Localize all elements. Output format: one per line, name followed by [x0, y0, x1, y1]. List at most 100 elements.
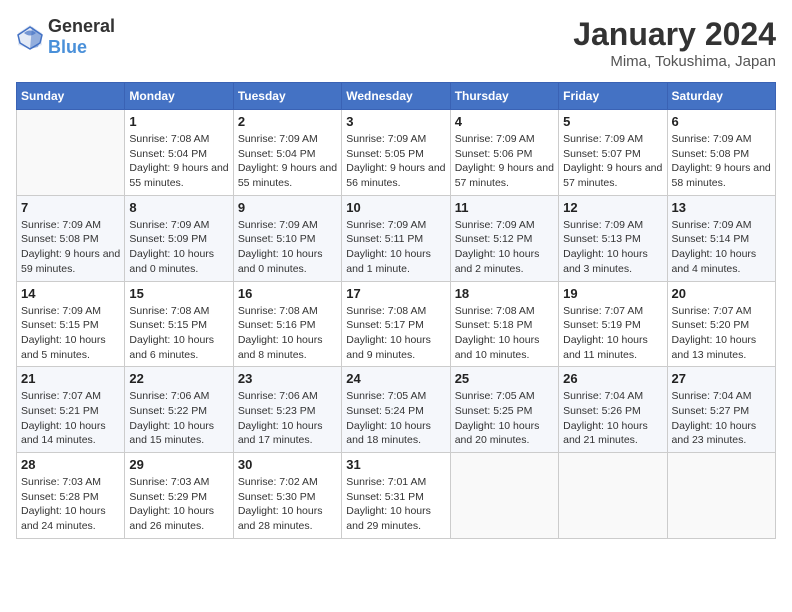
day-info: Sunrise: 7:04 AMSunset: 5:27 PMDaylight:…: [672, 389, 771, 448]
day-info: Sunrise: 7:09 AMSunset: 5:08 PMDaylight:…: [672, 132, 771, 191]
calendar-day-cell: 17 Sunrise: 7:08 AMSunset: 5:17 PMDayligh…: [342, 281, 450, 367]
day-number: 12: [563, 200, 662, 215]
day-number: 8: [129, 200, 228, 215]
day-number: 14: [21, 286, 120, 301]
day-number: 15: [129, 286, 228, 301]
calendar-day-cell: 16 Sunrise: 7:08 AMSunset: 5:16 PMDayligh…: [233, 281, 341, 367]
calendar-day-cell: 30Sunrise: 7:02 AMSunset: 5:30 PMDayligh…: [233, 453, 341, 539]
day-number: 4: [455, 114, 554, 129]
calendar-day-cell: 7 Sunrise: 7:09 AMSunset: 5:08 PMDaylight…: [17, 195, 125, 281]
day-info: Sunrise: 7:02 AMSunset: 5:30 PMDaylight:…: [238, 475, 337, 534]
calendar-day-cell: 19Sunrise: 7:07 AMSunset: 5:19 PMDayligh…: [559, 281, 667, 367]
calendar-day-cell: 15 Sunrise: 7:08 AMSunset: 5:15 PMDayligh…: [125, 281, 233, 367]
day-number: 5: [563, 114, 662, 129]
calendar-day-cell: 3Sunrise: 7:09 AMSunset: 5:05 PMDaylight…: [342, 110, 450, 196]
day-number: 6: [672, 114, 771, 129]
day-info: Sunrise: 7:09 AMSunset: 5:09 PMDaylight:…: [129, 218, 228, 277]
day-info: Sunrise: 7:08 AMSunset: 5:17 PMDaylight:…: [346, 304, 445, 363]
logo: General Blue: [16, 16, 115, 58]
day-info: Sunrise: 7:03 AMSunset: 5:28 PMDaylight:…: [21, 475, 120, 534]
day-info: Sunrise: 7:09 AMSunset: 5:08 PMDaylight:…: [21, 218, 120, 277]
day-number: 26: [563, 371, 662, 386]
day-number: 7: [21, 200, 120, 215]
day-info: Sunrise: 7:09 AMSunset: 5:15 PMDaylight:…: [21, 304, 120, 363]
logo-general: General: [48, 16, 115, 36]
day-number: 18: [455, 286, 554, 301]
day-number: 23: [238, 371, 337, 386]
calendar-day-cell: 6 Sunrise: 7:09 AMSunset: 5:08 PMDaylight…: [667, 110, 775, 196]
day-info: Sunrise: 7:07 AMSunset: 5:21 PMDaylight:…: [21, 389, 120, 448]
calendar-week-row: 1 Sunrise: 7:08 AMSunset: 5:04 PMDaylight…: [17, 110, 776, 196]
calendar-day-cell: 31 Sunrise: 7:01 AMSunset: 5:31 PMDayligh…: [342, 453, 450, 539]
calendar-day-cell: 28 Sunrise: 7:03 AMSunset: 5:28 PMDayligh…: [17, 453, 125, 539]
calendar-day-cell: 20 Sunrise: 7:07 AMSunset: 5:20 PMDayligh…: [667, 281, 775, 367]
logo-text: General Blue: [48, 16, 115, 58]
weekday-header-monday: Monday: [125, 83, 233, 110]
day-info: Sunrise: 7:08 AMSunset: 5:16 PMDaylight:…: [238, 304, 337, 363]
calendar-day-cell: 12 Sunrise: 7:09 AMSunset: 5:13 PMDayligh…: [559, 195, 667, 281]
calendar-week-row: 7 Sunrise: 7:09 AMSunset: 5:08 PMDaylight…: [17, 195, 776, 281]
calendar-day-cell: [17, 110, 125, 196]
calendar-day-cell: 8 Sunrise: 7:09 AMSunset: 5:09 PMDaylight…: [125, 195, 233, 281]
calendar-day-cell: 29 Sunrise: 7:03 AMSunset: 5:29 PMDayligh…: [125, 453, 233, 539]
day-info: Sunrise: 7:09 AMSunset: 5:06 PMDaylight:…: [455, 132, 554, 191]
day-number: 2: [238, 114, 337, 129]
calendar-day-cell: 21 Sunrise: 7:07 AMSunset: 5:21 PMDayligh…: [17, 367, 125, 453]
day-info: Sunrise: 7:06 AMSunset: 5:23 PMDaylight:…: [238, 389, 337, 448]
weekday-header-saturday: Saturday: [667, 83, 775, 110]
day-info: Sunrise: 7:08 AMSunset: 5:04 PMDaylight:…: [129, 132, 228, 191]
day-number: 13: [672, 200, 771, 215]
day-number: 28: [21, 457, 120, 472]
calendar-week-row: 28 Sunrise: 7:03 AMSunset: 5:28 PMDayligh…: [17, 453, 776, 539]
day-number: 25: [455, 371, 554, 386]
day-number: 10: [346, 200, 445, 215]
day-info: Sunrise: 7:05 AMSunset: 5:25 PMDaylight:…: [455, 389, 554, 448]
weekday-header-thursday: Thursday: [450, 83, 558, 110]
logo-icon: [16, 23, 44, 51]
day-number: 11: [455, 200, 554, 215]
calendar-table: SundayMondayTuesdayWednesdayThursdayFrid…: [16, 82, 776, 539]
calendar-day-cell: 10 Sunrise: 7:09 AMSunset: 5:11 PMDayligh…: [342, 195, 450, 281]
calendar-day-cell: 11Sunrise: 7:09 AMSunset: 5:12 PMDayligh…: [450, 195, 558, 281]
page-header: General Blue January 2024 Mima, Tokushim…: [16, 16, 776, 70]
day-number: 1: [129, 114, 228, 129]
day-number: 24: [346, 371, 445, 386]
calendar-day-cell: 26Sunrise: 7:04 AMSunset: 5:26 PMDayligh…: [559, 367, 667, 453]
day-info: Sunrise: 7:09 AMSunset: 5:13 PMDaylight:…: [563, 218, 662, 277]
calendar-week-row: 21 Sunrise: 7:07 AMSunset: 5:21 PMDayligh…: [17, 367, 776, 453]
day-info: Sunrise: 7:06 AMSunset: 5:22 PMDaylight:…: [129, 389, 228, 448]
day-number: 21: [21, 371, 120, 386]
calendar-day-cell: [667, 453, 775, 539]
day-info: Sunrise: 7:09 AMSunset: 5:04 PMDaylight:…: [238, 132, 337, 191]
calendar-day-cell: 14 Sunrise: 7:09 AMSunset: 5:15 PMDayligh…: [17, 281, 125, 367]
day-info: Sunrise: 7:08 AMSunset: 5:15 PMDaylight:…: [129, 304, 228, 363]
weekday-header-sunday: Sunday: [17, 83, 125, 110]
day-number: 16: [238, 286, 337, 301]
day-info: Sunrise: 7:01 AMSunset: 5:31 PMDaylight:…: [346, 475, 445, 534]
day-number: 9: [238, 200, 337, 215]
calendar-day-cell: 4 Sunrise: 7:09 AMSunset: 5:06 PMDaylight…: [450, 110, 558, 196]
title-block: January 2024 Mima, Tokushima, Japan: [573, 16, 776, 70]
calendar-day-cell: 9Sunrise: 7:09 AMSunset: 5:10 PMDaylight…: [233, 195, 341, 281]
calendar-day-cell: 2 Sunrise: 7:09 AMSunset: 5:04 PMDaylight…: [233, 110, 341, 196]
day-number: 31: [346, 457, 445, 472]
day-info: Sunrise: 7:09 AMSunset: 5:14 PMDaylight:…: [672, 218, 771, 277]
day-info: Sunrise: 7:03 AMSunset: 5:29 PMDaylight:…: [129, 475, 228, 534]
weekday-header-friday: Friday: [559, 83, 667, 110]
day-number: 20: [672, 286, 771, 301]
day-info: Sunrise: 7:08 AMSunset: 5:18 PMDaylight:…: [455, 304, 554, 363]
day-info: Sunrise: 7:09 AMSunset: 5:05 PMDaylight:…: [346, 132, 445, 191]
calendar-day-cell: 13 Sunrise: 7:09 AMSunset: 5:14 PMDayligh…: [667, 195, 775, 281]
day-info: Sunrise: 7:07 AMSunset: 5:20 PMDaylight:…: [672, 304, 771, 363]
calendar-day-cell: [450, 453, 558, 539]
day-number: 17: [346, 286, 445, 301]
weekday-header-wednesday: Wednesday: [342, 83, 450, 110]
day-number: 29: [129, 457, 228, 472]
day-info: Sunrise: 7:09 AMSunset: 5:11 PMDaylight:…: [346, 218, 445, 277]
calendar-day-cell: 23 Sunrise: 7:06 AMSunset: 5:23 PMDayligh…: [233, 367, 341, 453]
calendar-day-cell: 18 Sunrise: 7:08 AMSunset: 5:18 PMDayligh…: [450, 281, 558, 367]
day-number: 27: [672, 371, 771, 386]
calendar-day-cell: 22Sunrise: 7:06 AMSunset: 5:22 PMDayligh…: [125, 367, 233, 453]
calendar-week-row: 14 Sunrise: 7:09 AMSunset: 5:15 PMDayligh…: [17, 281, 776, 367]
weekday-header-tuesday: Tuesday: [233, 83, 341, 110]
